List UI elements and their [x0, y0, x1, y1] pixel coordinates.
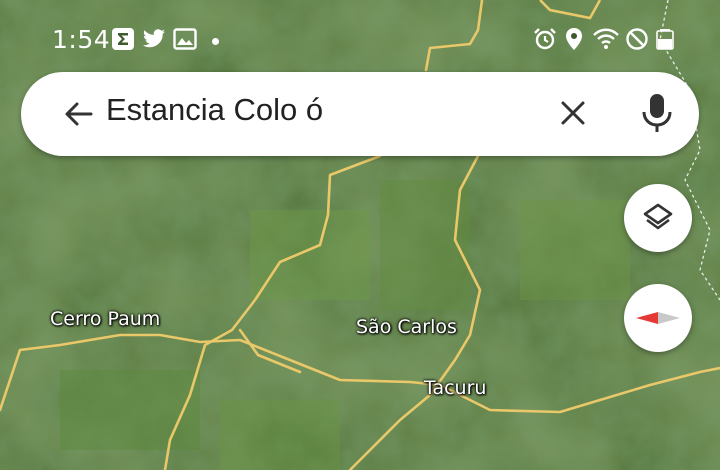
- place-label-tacuru[interactable]: Tacuru: [424, 377, 486, 399]
- back-arrow-icon[interactable]: [61, 96, 97, 132]
- layers-button[interactable]: [624, 184, 692, 252]
- layers-icon: [643, 203, 673, 230]
- wifi-icon: [593, 26, 619, 52]
- notification-dot: [212, 38, 219, 45]
- battery-icon: [652, 26, 678, 52]
- alarm-icon: [532, 26, 558, 52]
- place-label-cerro-paum[interactable]: Cerro Paum: [50, 308, 160, 330]
- do-not-disturb-icon: [624, 26, 650, 52]
- status-time: 1:54: [52, 25, 111, 54]
- image-icon: [172, 26, 198, 52]
- search-query[interactable]: Estancia Colo ó: [106, 92, 323, 128]
- satellite-map[interactable]: [0, 0, 720, 470]
- compass-button[interactable]: [624, 284, 692, 352]
- microphone-icon[interactable]: [639, 92, 675, 134]
- sigma-app-icon: [110, 26, 136, 52]
- status-bar: 1:54: [0, 0, 720, 70]
- twitter-icon: [141, 26, 167, 52]
- search-bar[interactable]: Estancia Colo ó: [21, 72, 699, 156]
- compass-icon: [636, 312, 680, 324]
- place-label-sao-carlos[interactable]: São Carlos: [356, 316, 457, 338]
- close-icon[interactable]: [556, 96, 590, 130]
- location-icon: [561, 26, 587, 52]
